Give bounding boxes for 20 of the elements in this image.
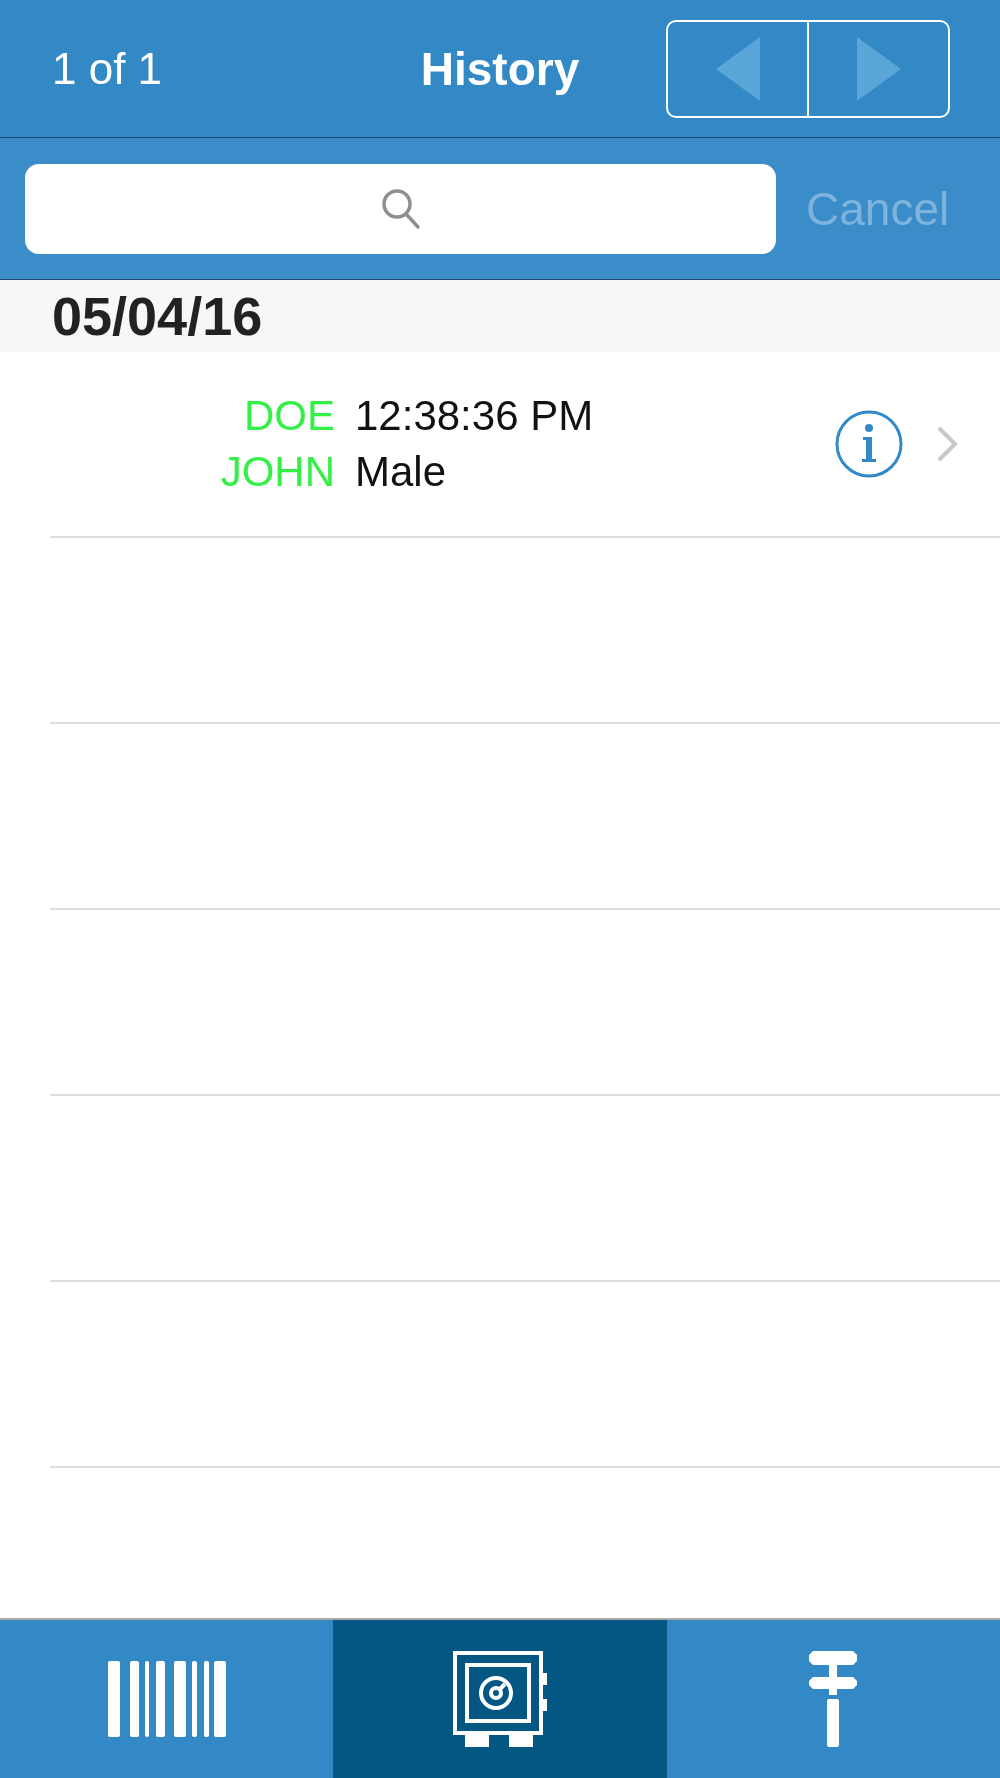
scan-time: 12:38:36 PM xyxy=(355,392,594,439)
safe-tab[interactable] xyxy=(333,1620,667,1778)
search-icon xyxy=(380,187,421,230)
date-heading: 05/04/16 xyxy=(52,285,263,347)
sex-label: Male xyxy=(355,449,448,496)
barcode-tab[interactable] xyxy=(0,1620,334,1778)
chevron-icon xyxy=(936,425,958,463)
last-name: DOE xyxy=(244,392,335,439)
screen-title: History xyxy=(420,41,580,96)
safe-icon xyxy=(453,1651,547,1747)
right-arrow-icon xyxy=(856,36,901,101)
left-arrow-icon xyxy=(715,36,760,101)
barcode-icon xyxy=(107,1661,226,1737)
search-field[interactable] xyxy=(25,163,776,254)
info-icon[interactable] xyxy=(834,409,904,479)
history-row[interactable]: DOE JOHN 12:38:36 PM Male xyxy=(50,352,1000,538)
first-name: JOHN xyxy=(220,449,335,496)
wrench-icon xyxy=(809,1651,858,1747)
wrench-tab[interactable] xyxy=(666,1620,1000,1778)
page-counter: 1 of 1 xyxy=(52,43,163,94)
